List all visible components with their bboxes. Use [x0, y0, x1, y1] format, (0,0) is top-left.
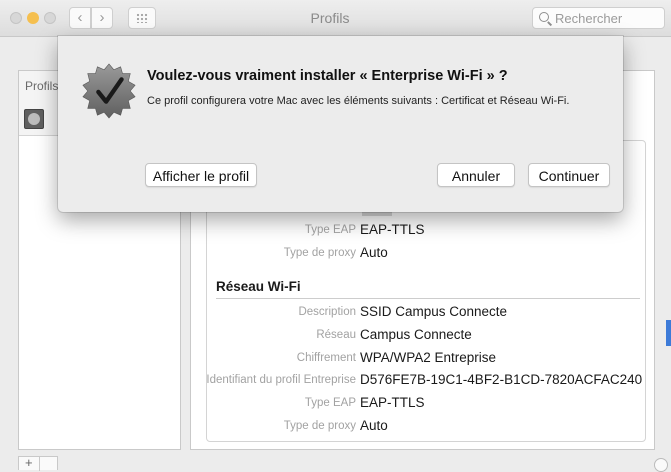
dialog-title: Voulez-vous vraiment installer « Enterpr…	[147, 68, 508, 84]
divider	[39, 457, 40, 471]
window-title: Profils	[310, 10, 350, 26]
detail-row: Réseau Campus Connecte	[206, 327, 646, 347]
window-titlebar: ‹ › Profils Rechercher	[0, 0, 671, 37]
detail-row: Type de proxy Auto	[206, 418, 646, 438]
wifi-section-title: Réseau Wi-Fi	[216, 279, 301, 294]
cancel-button[interactable]: Annuler	[437, 163, 515, 187]
detail-value: Auto	[360, 418, 388, 433]
search-field[interactable]: Rechercher	[532, 7, 665, 29]
grid-icon	[136, 13, 148, 23]
detail-value: EAP-TTLS	[360, 222, 425, 237]
profile-gear-icon[interactable]	[24, 109, 44, 129]
show-all-button[interactable]	[128, 7, 156, 29]
continue-button[interactable]: Continuer	[528, 163, 610, 187]
detail-row: Type EAP EAP-TTLS	[206, 395, 646, 415]
verified-badge-icon	[82, 63, 136, 119]
chevron-left-icon: ‹	[77, 9, 83, 26]
detail-key: Type EAP	[304, 224, 356, 236]
dialog-message: Ce profil configurera votre Mac avec les…	[147, 95, 570, 107]
detail-row: Description SSID Campus Connecte	[206, 304, 646, 324]
detail-key: Identifiant du profil Entreprise	[206, 374, 356, 386]
offscreen-window-edge	[666, 320, 671, 346]
close-window-button[interactable]	[10, 12, 22, 24]
back-button[interactable]: ‹	[69, 7, 91, 29]
detail-key: Type de proxy	[283, 247, 356, 259]
install-profile-sheet: Voulez-vous vraiment installer « Enterpr…	[58, 36, 623, 212]
detail-value: D576FE7B-19C1-4BF2-B1CD-7820ACFAC240	[360, 372, 643, 387]
detail-value: Campus Connecte	[360, 327, 472, 342]
plus-icon[interactable]: +	[25, 455, 33, 470]
zoom-window-button[interactable]	[44, 12, 56, 24]
detail-row: Chiffrement WPA/WPA2 Entreprise	[206, 350, 646, 370]
detail-value: Auto	[360, 245, 388, 260]
forward-button[interactable]: ›	[91, 7, 113, 29]
detail-key: Type EAP	[304, 397, 356, 409]
search-placeholder: Rechercher	[555, 11, 623, 26]
search-icon	[539, 12, 549, 22]
section-divider	[216, 298, 640, 299]
detail-value: SSID Campus Connecte	[360, 304, 508, 319]
add-remove-buttons[interactable]: +	[18, 455, 58, 471]
detail-key: Chiffrement	[296, 352, 356, 364]
detail-value: WPA/WPA2 Entreprise	[360, 350, 497, 365]
chevron-right-icon: ›	[99, 9, 105, 26]
detail-key: Description	[298, 306, 356, 318]
detail-row: Type EAP EAP-TTLS	[206, 222, 646, 242]
detail-row: Type de proxy Auto	[206, 245, 646, 265]
minimize-window-button[interactable]	[27, 12, 39, 24]
detail-row: Identifiant du profil Entreprise D576FE7…	[206, 372, 646, 392]
detail-key: Type de proxy	[283, 420, 356, 432]
detail-key: Réseau	[316, 329, 356, 341]
show-profile-button[interactable]: Afficher le profil	[145, 163, 257, 187]
detail-value: EAP-TTLS	[360, 395, 425, 410]
